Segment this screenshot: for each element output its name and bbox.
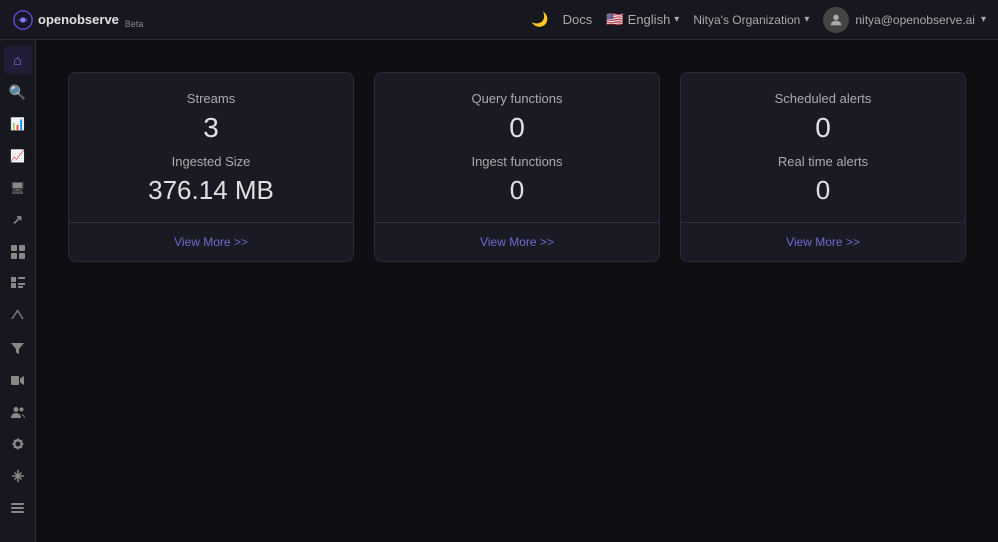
filters-icon <box>11 342 24 355</box>
content-area: Streams 3 Ingested Size 376.14 MB View M… <box>36 40 998 542</box>
main-layout: ⌂ 🔍 📊 📈 🖥 ↗ <box>0 40 998 542</box>
moon-icon: 🌙 <box>531 11 548 28</box>
functions-title: Query functions <box>399 91 635 106</box>
org-label: Nitya's Organization <box>693 13 800 27</box>
functions-subvalue: 0 <box>399 175 635 206</box>
functions-card-body: Query functions 0 Ingest functions 0 <box>375 73 659 222</box>
flag-icon: 🇺🇸 <box>606 11 623 28</box>
rum-icon: ↗ <box>12 212 23 228</box>
search-icon: 🔍 <box>9 84 26 101</box>
sidebar-item-rum[interactable]: ↗ <box>4 206 32 234</box>
functions-view-more-button[interactable]: View More >> <box>480 235 554 249</box>
streams-view-more-button[interactable]: View More >> <box>174 235 248 249</box>
alerts-title: Scheduled alerts <box>705 91 941 106</box>
sidebar-item-dashboards[interactable] <box>4 238 32 266</box>
cards-row: Streams 3 Ingested Size 376.14 MB View M… <box>68 72 966 262</box>
streams-card-body: Streams 3 Ingested Size 376.14 MB <box>69 73 353 222</box>
org-chevron-icon: ▾ <box>804 14 809 25</box>
functions-card: Query functions 0 Ingest functions 0 Vie… <box>374 72 660 262</box>
logo-text: openobserve <box>38 12 119 27</box>
beta-badge: Beta <box>125 19 144 29</box>
docs-label: Docs <box>563 12 593 27</box>
functions-subtitle: Ingest functions <box>399 154 635 169</box>
users-icon <box>11 406 25 418</box>
user-chevron-icon: ▾ <box>981 14 986 25</box>
metrics-icon: 📈 <box>10 149 25 163</box>
avatar <box>823 7 849 33</box>
streams-subvalue: 376.14 MB <box>93 175 329 206</box>
sidebar-item-search[interactable]: 🔍 <box>4 78 32 106</box>
streams-card-footer: View More >> <box>69 222 353 261</box>
docs-button[interactable]: Docs <box>563 12 593 27</box>
alerts-value: 0 <box>705 112 941 144</box>
chevron-down-icon: ▾ <box>674 14 679 25</box>
streams-title: Streams <box>93 91 329 106</box>
sidebar-item-alerts[interactable] <box>4 302 32 330</box>
logs-icon: 📊 <box>10 117 25 131</box>
more-icon <box>11 503 24 513</box>
streams-value: 3 <box>93 112 329 144</box>
integrations-icon <box>11 469 25 483</box>
user-icon <box>828 12 844 28</box>
streams-card: Streams 3 Ingested Size 376.14 MB View M… <box>68 72 354 262</box>
navbar-right: 🌙 Docs 🇺🇸 English ▾ Nitya's Organization… <box>531 7 986 33</box>
dashboards-icon <box>11 245 25 259</box>
alerts-subvalue: 0 <box>705 175 941 206</box>
language-label: English <box>628 12 671 27</box>
settings-icon <box>11 437 25 451</box>
reports-icon <box>11 277 25 291</box>
sidebar: ⌂ 🔍 📊 📈 🖥 ↗ <box>0 40 36 542</box>
alerts-card-body: Scheduled alerts 0 Real time alerts 0 <box>681 73 965 222</box>
logo: openobserve Beta <box>12 9 143 31</box>
sidebar-item-home[interactable]: ⌂ <box>4 46 32 74</box>
alerts-icon <box>11 309 24 323</box>
sidebar-item-users[interactable] <box>4 398 32 426</box>
alerts-card-footer: View More >> <box>681 222 965 261</box>
streams-subtitle: Ingested Size <box>93 154 329 169</box>
sidebar-item-settings[interactable] <box>4 430 32 458</box>
dark-mode-button[interactable]: 🌙 <box>531 11 548 28</box>
traces-icon: 🖥 <box>10 181 25 195</box>
language-button[interactable]: 🇺🇸 English ▾ <box>606 11 679 28</box>
sidebar-item-video[interactable] <box>4 366 32 394</box>
functions-card-footer: View More >> <box>375 222 659 261</box>
sidebar-item-integrations[interactable] <box>4 462 32 490</box>
functions-value: 0 <box>399 112 635 144</box>
user-button[interactable]: nitya@openobserve.ai ▾ <box>823 7 986 33</box>
alerts-subtitle: Real time alerts <box>705 154 941 169</box>
sidebar-item-metrics[interactable]: 📈 <box>4 142 32 170</box>
sidebar-item-more[interactable] <box>4 494 32 522</box>
sidebar-item-logs[interactable]: 📊 <box>4 110 32 138</box>
home-icon: ⌂ <box>13 52 21 68</box>
logo-icon <box>12 9 34 31</box>
alerts-card: Scheduled alerts 0 Real time alerts 0 Vi… <box>680 72 966 262</box>
navbar-left: openobserve Beta <box>12 9 143 31</box>
user-email: nitya@openobserve.ai <box>855 13 975 27</box>
alerts-view-more-button[interactable]: View More >> <box>786 235 860 249</box>
navbar: openobserve Beta 🌙 Docs 🇺🇸 English ▾ Nit… <box>0 0 998 40</box>
video-icon <box>11 374 24 387</box>
sidebar-item-reports[interactable] <box>4 270 32 298</box>
sidebar-item-traces[interactable]: 🖥 <box>4 174 32 202</box>
org-button[interactable]: Nitya's Organization ▾ <box>693 13 809 27</box>
sidebar-item-filters[interactable] <box>4 334 32 362</box>
